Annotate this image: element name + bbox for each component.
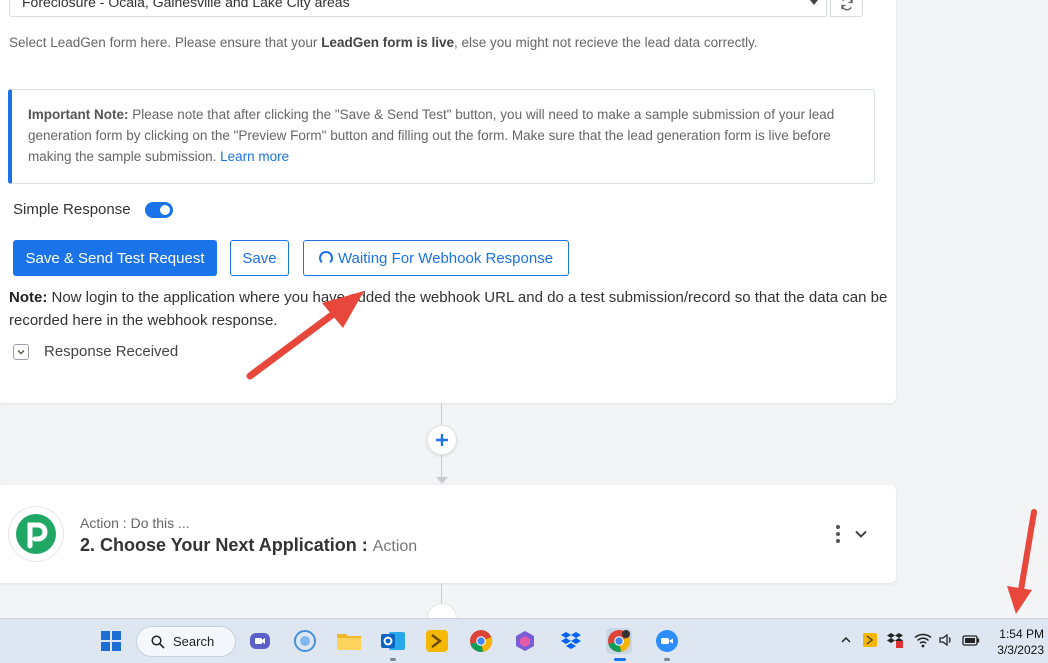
leadgen-form-select[interactable]: Foreclosure - Ocala, Gainesville and Lak… [9,0,827,17]
dropbox-icon[interactable] [558,628,584,654]
pabbly-logo-icon [8,506,64,562]
important-note-label: Important Note: [28,107,129,122]
webhook-note: Note: Now login to the application where… [9,286,889,332]
volume-icon[interactable] [938,632,954,648]
leadgen-form-select-value: Foreclosure - Ocala, Gainesville and Lak… [22,0,350,10]
chrome-icon[interactable] [468,628,494,654]
learn-more-link[interactable]: Learn more [220,149,289,164]
search-icon [151,634,165,649]
windows-taskbar: Search 1:54 PM 3/3/2023 [0,618,1048,663]
chevron-down-icon[interactable] [13,343,29,360]
flow-connector-bottom [441,455,442,477]
chrome-active-indicator [614,658,626,661]
zoom-running-indicator [664,658,670,661]
important-note-text: Please note that after clicking the "Sav… [28,107,835,164]
flow-connector-top [441,403,442,425]
teams-chat-icon[interactable] [247,628,273,654]
clock-time: 1:54 PM [999,627,1044,641]
waiting-webhook-label: Waiting For Webhook Response [337,249,554,267]
spinner-icon [318,251,333,265]
response-received-row[interactable]: Response Received [13,343,178,360]
save-button-label: Save [242,249,277,267]
action-title-text: 2. Choose Your Next Application : [80,535,368,555]
flow-arrow-icon [436,477,448,484]
flow-connector-lower [441,583,442,603]
taskbar-search[interactable]: Search [136,626,236,657]
simple-response-toggle[interactable] [144,201,173,218]
more-options-icon[interactable] [832,525,844,543]
outlook-running-indicator [390,658,396,661]
helper-text-suffix: , else you might not recieve the lead da… [453,35,758,50]
action-subtitle: Action : Do this ... [80,515,190,531]
dropbox-tray-icon[interactable] [886,631,904,649]
simple-response-label: Simple Response [13,201,131,218]
chevron-down-icon[interactable] [854,527,868,541]
copilot-icon[interactable] [512,628,538,654]
form-select-helper: Select LeadGen form here. Please ensure … [9,35,758,50]
simple-response-row: Simple Response [13,201,173,218]
annotation-arrow-clock [1007,509,1037,614]
remote-app-icon[interactable] [424,628,450,654]
waiting-webhook-button[interactable]: Waiting For Webhook Response [303,240,569,276]
refresh-forms-button[interactable] [830,0,863,17]
tray-app-icon[interactable] [862,632,878,648]
webhook-note-label: Note: [9,289,48,306]
cortana-icon[interactable] [292,628,318,654]
clock-date: 3/3/2023 [997,643,1044,657]
helper-text-bold: LeadGen form is live [321,35,454,50]
wifi-icon[interactable] [914,632,932,648]
response-received-label: Response Received [44,343,179,360]
save-button[interactable]: Save [230,240,289,276]
important-note-box: Important Note: Please note that after c… [8,89,875,184]
chrome-profile-icon[interactable] [606,628,632,654]
helper-text-prefix: Select LeadGen form here. Please ensure … [9,35,322,50]
webhook-note-text: Now login to the application where you h… [9,289,888,329]
file-explorer-icon[interactable] [336,628,362,654]
outlook-icon[interactable] [380,628,406,654]
battery-icon[interactable] [962,633,980,647]
windows-start-icon[interactable] [98,628,124,654]
trigger-config-card: Foreclosure - Ocala, Gainesville and Lak… [0,0,896,403]
add-step-button[interactable] [427,425,457,455]
plus-icon [436,434,448,446]
save-send-test-button[interactable]: Save & Send Test Request [13,240,217,276]
taskbar-search-label: Search [173,634,215,649]
action-step-card[interactable]: Action : Do this ... 2. Choose Your Next… [0,485,896,583]
action-title: 2. Choose Your Next Application : Action [80,535,417,556]
taskbar-clock[interactable]: 1:54 PM 3/3/2023 [997,626,1044,658]
refresh-icon [840,0,853,10]
zoom-icon[interactable] [654,628,680,654]
chevron-up-icon[interactable] [840,634,852,646]
action-title-suffix: Action [372,538,418,555]
caret-down-icon [810,0,818,5]
